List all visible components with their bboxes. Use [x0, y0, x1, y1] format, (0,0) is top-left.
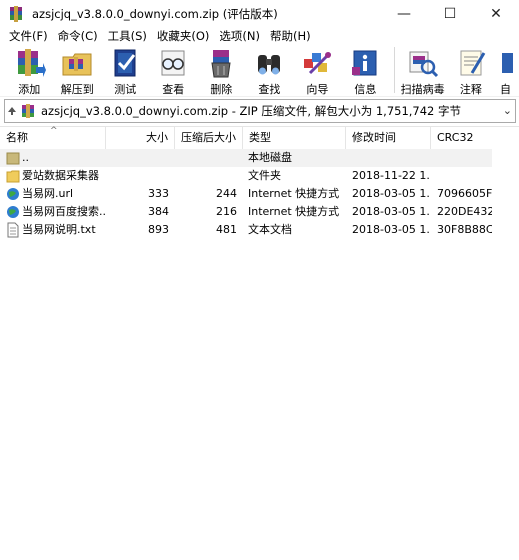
virus-scan-icon: [406, 47, 440, 79]
folder-icon: [6, 168, 20, 184]
sfx-button[interactable]: 自: [498, 45, 514, 95]
item-crc32: 30F8B88C: [437, 223, 492, 236]
item-modified: 2018-03-05 1...: [352, 205, 430, 218]
up-arrow-icon: [8, 107, 16, 115]
extract-folder-icon: [60, 47, 94, 79]
comment-label: 注释: [459, 83, 482, 96]
column-type[interactable]: 类型: [243, 127, 346, 149]
column-modified[interactable]: 修改时间: [346, 127, 431, 149]
sfx-label: 自: [500, 83, 512, 95]
column-size[interactable]: 大小: [106, 127, 175, 149]
item-crc32: 220DE432: [437, 205, 492, 218]
delete-button[interactable]: 删除: [200, 45, 243, 96]
wizard-button[interactable]: 向导: [296, 45, 339, 96]
maximize-button[interactable]: ☐: [427, 0, 473, 27]
menu-help[interactable]: 帮助(H): [265, 28, 316, 44]
find-button[interactable]: 查找: [248, 45, 291, 96]
info-icon: [348, 47, 382, 79]
item-type: 文本文档: [248, 223, 292, 236]
menu-commands[interactable]: 命令(C): [53, 28, 103, 44]
item-packed-size: 481: [216, 223, 237, 236]
wizard-label: 向导: [306, 83, 329, 96]
item-size: 893: [148, 223, 169, 236]
column-name-label: 名称: [6, 131, 28, 144]
test-label: 测试: [114, 83, 137, 96]
title-bar: azsjcjq_v3.8.0.0_downyi.com.zip (评估版本) —…: [0, 0, 519, 27]
menu-tools[interactable]: 工具(S): [103, 28, 152, 44]
close-button[interactable]: ✕: [473, 0, 519, 27]
delete-label: 删除: [210, 83, 233, 96]
delete-trash-icon: [204, 47, 238, 79]
item-modified: 2018-11-22 1...: [352, 169, 430, 182]
sfx-icon: [498, 47, 514, 79]
column-packed-size[interactable]: 压缩后大小: [175, 127, 243, 149]
item-name: 当易网说明.txt: [22, 223, 96, 236]
list-item[interactable]: 当易网百度搜索.... 384 216 Internet 快捷方式 2018-0…: [0, 203, 492, 221]
column-crc32[interactable]: CRC32: [431, 127, 491, 149]
item-type: 本地磁盘: [248, 151, 292, 164]
list-item[interactable]: 当易网.url 333 244 Internet 快捷方式 2018-03-05…: [0, 185, 492, 203]
extract-to-button[interactable]: 解压到: [56, 45, 99, 96]
globe-icon: [6, 186, 20, 202]
list-item-parent[interactable]: .. 本地磁盘: [0, 149, 492, 167]
up-level-button[interactable]: [5, 100, 19, 122]
item-modified: 2018-03-05 1...: [352, 187, 430, 200]
toolbar: 添加 解压到 测试 查看 删除 查找 向导 信息 扫描病毒 注释 自: [0, 45, 519, 97]
wizard-icon: [300, 47, 334, 79]
item-packed-size: 216: [216, 205, 237, 218]
info-label: 信息: [354, 83, 377, 96]
virus-scan-label: 扫描病毒: [400, 83, 445, 96]
virus-scan-button[interactable]: 扫描病毒: [400, 45, 445, 96]
item-size: 384: [148, 205, 169, 218]
list-item[interactable]: 爱站数据采集器 文件夹 2018-11-22 1...: [0, 167, 492, 185]
window-title: azsjcjq_v3.8.0.0_downyi.com.zip (评估版本): [32, 6, 278, 21]
add-label: 添加: [18, 83, 41, 96]
view-button[interactable]: 查看: [152, 45, 195, 96]
winrar-app-icon: [8, 5, 24, 22]
item-packed-size: 244: [216, 187, 237, 200]
comment-button[interactable]: 注释: [450, 45, 493, 96]
address-bar[interactable]: azsjcjq_v3.8.0.0_downyi.com.zip - ZIP 压缩…: [4, 99, 516, 123]
globe-icon: [6, 204, 20, 220]
chevron-down-icon[interactable]: ⌄: [503, 104, 512, 117]
view-label: 查看: [162, 83, 185, 96]
sort-ascending-icon: ^: [50, 126, 58, 136]
item-name: ..: [22, 151, 29, 164]
menu-bar: 文件(F) 命令(C) 工具(S) 收藏夹(O) 选项(N) 帮助(H): [0, 26, 519, 45]
find-label: 查找: [258, 83, 281, 96]
minimize-button[interactable]: —: [381, 0, 427, 27]
item-type: 文件夹: [248, 169, 281, 182]
list-header: 名称 ^ 大小 压缩后大小 类型 修改时间 CRC32: [0, 126, 519, 149]
add-button[interactable]: 添加: [8, 45, 51, 96]
address-path: azsjcjq_v3.8.0.0_downyi.com.zip - ZIP 压缩…: [41, 104, 462, 118]
parent-folder-icon: [6, 150, 20, 166]
item-name: 当易网.url: [22, 187, 74, 200]
menu-favorites[interactable]: 收藏夹(O): [152, 28, 215, 44]
menu-options[interactable]: 选项(N): [214, 28, 265, 44]
test-button[interactable]: 测试: [104, 45, 147, 96]
item-type: Internet 快捷方式: [248, 205, 340, 218]
item-size: 333: [148, 187, 169, 200]
item-crc32: 7096605F: [437, 187, 492, 200]
comment-icon: [454, 47, 488, 79]
menu-file[interactable]: 文件(F): [4, 28, 53, 44]
column-name[interactable]: 名称 ^: [0, 126, 106, 149]
extract-to-label: 解压到: [60, 83, 94, 96]
test-check-icon: [108, 47, 142, 79]
find-binoculars-icon: [252, 47, 286, 79]
add-books-icon: [12, 47, 47, 79]
item-name: 爱站数据采集器: [22, 169, 99, 182]
toolbar-separator: [394, 47, 396, 93]
item-name: 当易网百度搜索....: [22, 205, 106, 218]
archive-icon: [21, 104, 35, 118]
item-modified: 2018-03-05 1...: [352, 223, 430, 236]
view-glasses-icon: [156, 47, 190, 79]
item-type: Internet 快捷方式: [248, 187, 340, 200]
info-button[interactable]: 信息: [344, 45, 387, 96]
file-list: 名称 ^ 大小 压缩后大小 类型 修改时间 CRC32 .. 本地磁盘 爱站数据…: [0, 126, 519, 560]
text-file-icon: [6, 222, 20, 238]
list-item[interactable]: 当易网说明.txt 893 481 文本文档 2018-03-05 1... 3…: [0, 221, 492, 239]
